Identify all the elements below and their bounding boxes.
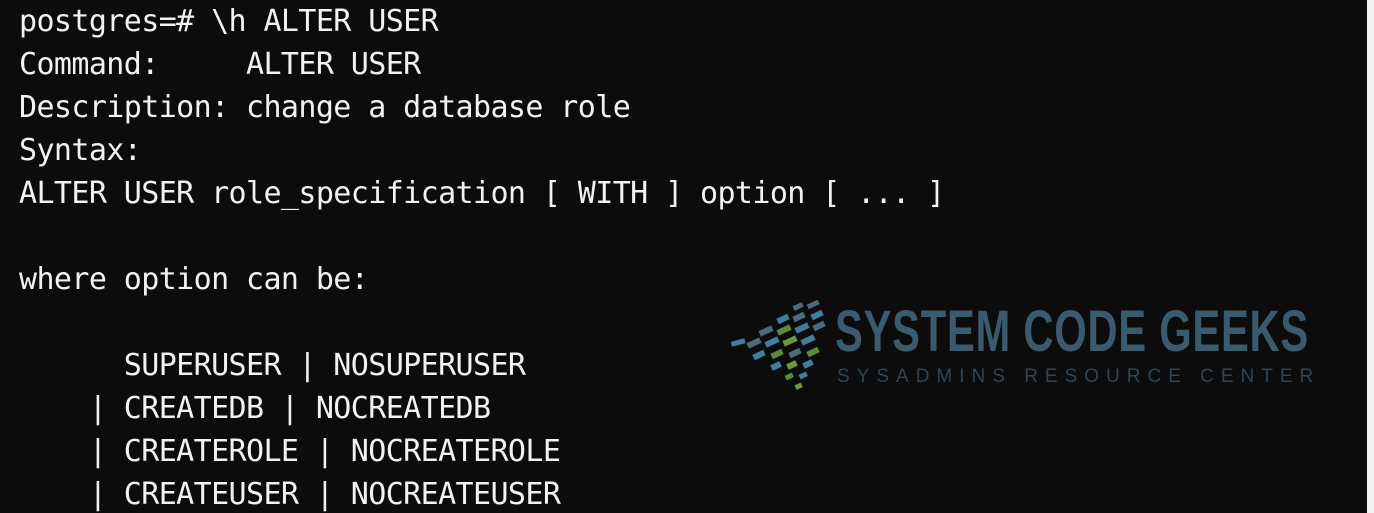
terminal-line-syntax-label: Syntax: [19,133,142,168]
terminal-line-option-superuser: SUPERUSER | NOSUPERUSER [19,348,526,383]
terminal-line-where: where option can be: [19,262,369,297]
terminal-line-prompt: postgres=# \h ALTER USER [19,4,439,39]
terminal-line-option-createuser: | CREATEUSER | NOCREATEUSER [19,477,561,512]
terminal-line-option-createrole: | CREATEROLE | NOCREATEROLE [19,434,561,469]
window-right-border [1367,0,1374,513]
terminal-output: postgres=# \h ALTER USER Command: ALTER … [19,0,1359,513]
terminal-line-command: Command: ALTER USER [19,47,421,82]
terminal-line-syntax: ALTER USER role_specification [ WITH ] o… [19,176,945,211]
terminal-line-description: Description: change a database role [19,90,631,125]
terminal-window[interactable]: postgres=# \h ALTER USER Command: ALTER … [0,0,1374,513]
terminal-line-option-createdb: | CREATEDB | NOCREATEDB [19,391,491,426]
